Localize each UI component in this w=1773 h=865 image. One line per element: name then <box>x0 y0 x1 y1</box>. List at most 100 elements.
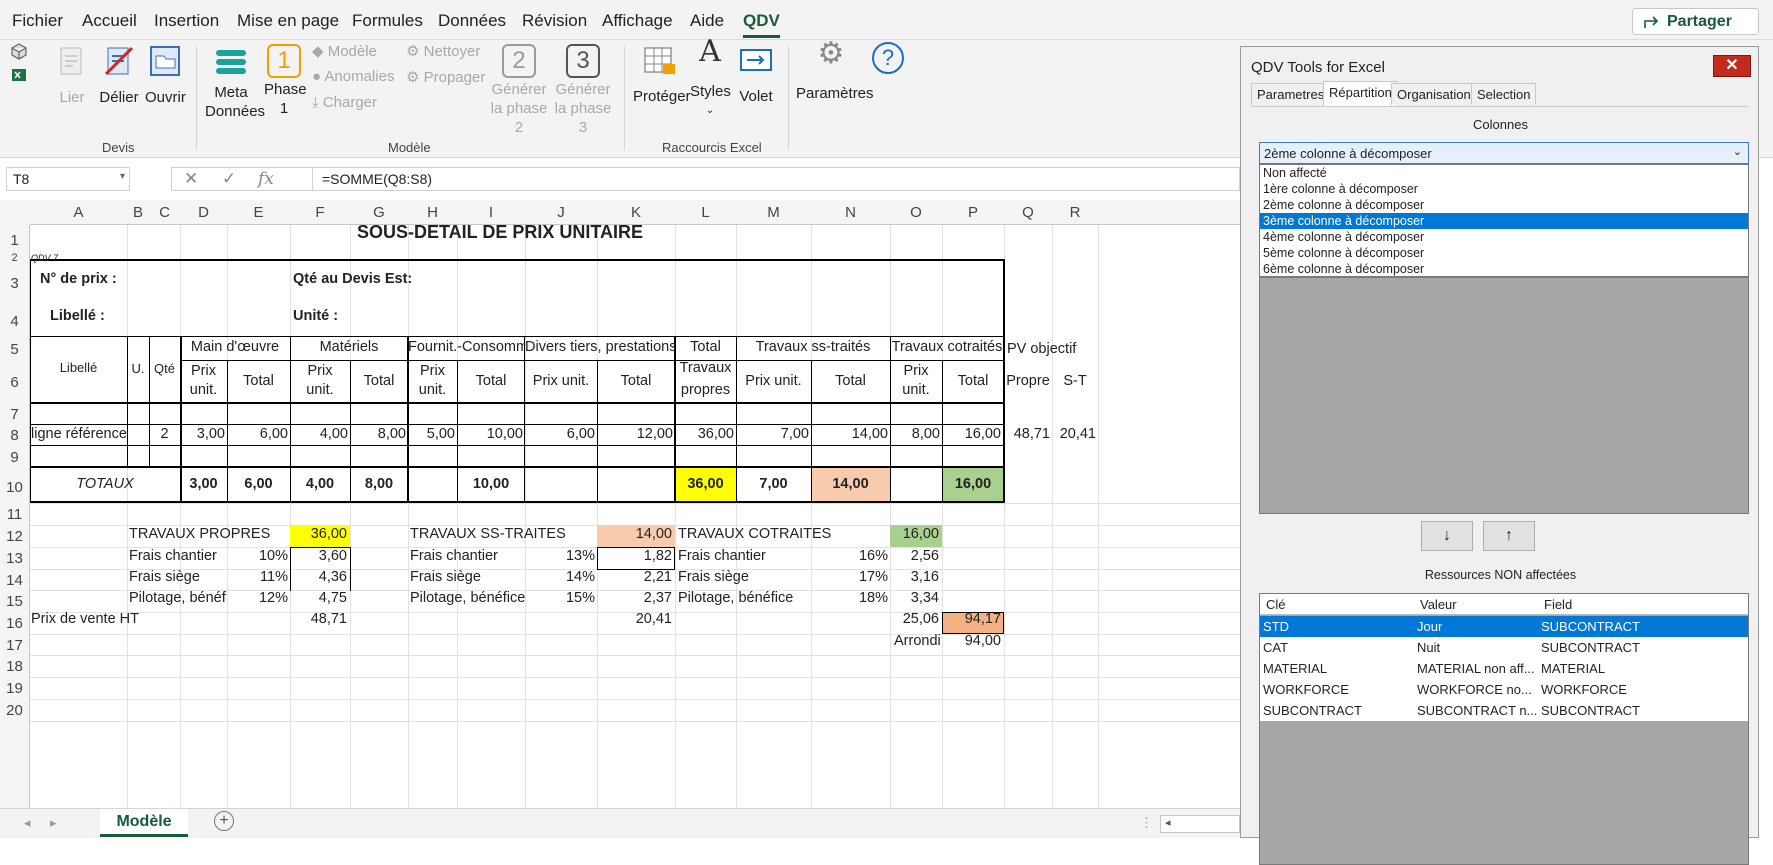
col-q[interactable]: Q <box>1004 204 1052 221</box>
move-up-button[interactable]: ↑ <box>1483 521 1535 551</box>
tab-formules[interactable]: Formules <box>352 11 423 31</box>
totaux-f[interactable]: 4,00 <box>290 476 350 492</box>
fc-label[interactable]: Frais chantier <box>678 548 766 564</box>
col-a[interactable]: A <box>30 204 127 221</box>
hdr-total[interactable]: Total <box>457 373 525 389</box>
row8-mo-prix[interactable]: 3,00 <box>180 426 225 442</box>
row8-mo-total[interactable]: 6,00 <box>227 426 288 442</box>
proteger-button[interactable]: Protéger <box>633 44 691 106</box>
ouvrir-button[interactable]: Ouvrir <box>145 44 186 107</box>
generer-phase3-button[interactable]: 3 Générer la phase 3 <box>552 44 614 137</box>
totaux-d[interactable]: 3,00 <box>180 476 227 492</box>
row-3[interactable]: 3 <box>0 261 30 299</box>
unite-label[interactable]: Unité : <box>293 308 338 324</box>
fs-val-1[interactable]: 4,36 <box>290 569 347 585</box>
colonne-select[interactable]: 2ème colonne à décomposer ⌄ <box>1259 142 1749 164</box>
hdr-u[interactable]: U. <box>127 361 149 376</box>
phase1-button[interactable]: 1 Phase 1 <box>264 44 307 118</box>
hdr-pv-objectif[interactable]: PV objectif <box>1007 341 1076 357</box>
fc-pct-2[interactable]: 13% <box>525 548 595 564</box>
row-4[interactable]: 4 <box>0 299 30 337</box>
tc-value[interactable]: 16,00 <box>890 526 939 542</box>
parametres-button[interactable]: ⚙ Paramètres <box>796 39 874 103</box>
table-row[interactable]: MATERIAL MATERIAL non aff... MATERIAL <box>1260 658 1748 679</box>
option-item[interactable]: 2ème colonne à décomposer <box>1260 197 1748 213</box>
hdr-total[interactable]: Total <box>597 373 675 389</box>
fs-label[interactable]: Frais siège <box>129 569 200 585</box>
col-m[interactable]: M <box>736 204 811 221</box>
hdr-divers[interactable]: Divers tiers, prestations <box>525 339 675 355</box>
libelle-label[interactable]: Libellé : <box>50 308 105 324</box>
fx-icon[interactable]: fx <box>258 169 274 189</box>
row8-cot-total[interactable]: 16,00 <box>942 426 1001 442</box>
arrondi-value[interactable]: 94,00 <box>942 633 1001 649</box>
totaux-i[interactable]: 10,00 <box>457 476 525 492</box>
tp-value[interactable]: 36,00 <box>290 526 347 542</box>
pv-total[interactable]: 94,17 <box>942 611 1001 627</box>
row8-ss-prix[interactable]: 7,00 <box>736 426 809 442</box>
totaux-p[interactable]: 16,00 <box>942 476 1004 492</box>
hdr-prix-unit[interactable]: Prix unit. <box>736 373 811 389</box>
fc-val-2[interactable]: 1,82 <box>597 548 672 564</box>
col-b[interactable]: B <box>127 204 149 221</box>
row8-four-prix[interactable]: 5,00 <box>408 426 455 442</box>
col-valeur[interactable]: Valeur <box>1420 597 1457 612</box>
more-icon[interactable]: ⋮ <box>1140 815 1153 831</box>
share-button[interactable]: Partager <box>1632 8 1759 35</box>
totaux-l[interactable]: 36,00 <box>675 476 736 492</box>
row-12[interactable]: 12 <box>0 525 30 547</box>
hdr-propre[interactable]: Propre <box>1004 373 1052 389</box>
cube-icon[interactable] <box>10 42 28 60</box>
hdr-fournit[interactable]: Fournit.-Consomm <box>408 339 525 355</box>
col-p[interactable]: P <box>942 204 1004 221</box>
row8-ss-total[interactable]: 14,00 <box>811 426 888 442</box>
row-15[interactable]: 15 <box>0 590 30 612</box>
pb-pct-3[interactable]: 18% <box>811 590 888 606</box>
option-item[interactable]: Non affecté <box>1260 165 1748 181</box>
qte-devis-label[interactable]: Qté au Devis Est: <box>293 271 412 287</box>
col-o[interactable]: O <box>890 204 942 221</box>
excel-small-icon[interactable] <box>10 66 28 84</box>
col-field[interactable]: Field <box>1544 597 1572 612</box>
table-row[interactable]: CAT Nuit SUBCONTRACT <box>1260 637 1748 658</box>
tab-selection[interactable]: Selection <box>1471 83 1537 105</box>
formula-input[interactable]: =SOMME(Q8:S8) <box>312 167 1240 191</box>
row-1[interactable]: 1 <box>0 225 30 255</box>
row-10[interactable]: 10 <box>0 467 30 503</box>
hdr-total[interactable]: Total <box>227 373 290 389</box>
row-19[interactable]: 19 <box>0 677 30 699</box>
sheet-tab-modele[interactable]: Modèle <box>100 809 188 837</box>
pb-val-2[interactable]: 2,37 <box>597 590 672 606</box>
hdr-prix[interactable]: Prix <box>890 363 942 379</box>
hdr-unit[interactable]: unit. <box>890 382 942 398</box>
tab-fichier[interactable]: Fichier <box>12 11 63 31</box>
add-sheet-icon[interactable]: + <box>214 811 234 831</box>
delier-button[interactable]: Délier <box>99 44 139 107</box>
hdr-total[interactable]: Total <box>811 373 890 389</box>
table-row[interactable]: STD Jour SUBCONTRACT <box>1260 616 1748 637</box>
tab-repartition[interactable]: Répartition <box>1323 81 1398 106</box>
row8-four-total[interactable]: 10,00 <box>457 426 523 442</box>
hdr-prix-unit[interactable]: Prix unit. <box>525 373 597 389</box>
option-item[interactable]: 4ème colonne à décomposer <box>1260 229 1748 245</box>
tab-aide[interactable]: Aide <box>690 11 724 31</box>
fc-val-1[interactable]: 3,60 <box>290 548 347 564</box>
lier-button[interactable]: Lier <box>55 44 89 107</box>
cancel-icon[interactable]: ✕ <box>184 169 198 189</box>
close-button[interactable]: ✕ <box>1713 55 1751 77</box>
pb-pct-1[interactable]: 12% <box>227 590 288 606</box>
tab-qdv[interactable]: QDV <box>743 11 780 38</box>
row8-cot-prix[interactable]: 8,00 <box>890 426 940 442</box>
modele-button[interactable]: ◆ Modèle <box>312 42 377 60</box>
name-box[interactable]: T8 ▾ <box>6 167 130 191</box>
hdr-propres[interactable]: propres <box>675 382 736 398</box>
tc-label[interactable]: TRAVAUX COTRAITES <box>678 526 831 542</box>
totaux-m[interactable]: 7,00 <box>736 476 811 492</box>
fc-label[interactable]: Frais chantier <box>410 548 498 564</box>
pb-pct-2[interactable]: 15% <box>525 590 595 606</box>
hdr-st[interactable]: S-T <box>1052 373 1098 389</box>
hdr-unit[interactable]: unit. <box>290 382 350 398</box>
hdr-unit[interactable]: unit. <box>408 382 457 398</box>
help-button[interactable]: ? <box>872 42 906 74</box>
row8-pv-propre[interactable]: 48,71 <box>1004 426 1050 442</box>
